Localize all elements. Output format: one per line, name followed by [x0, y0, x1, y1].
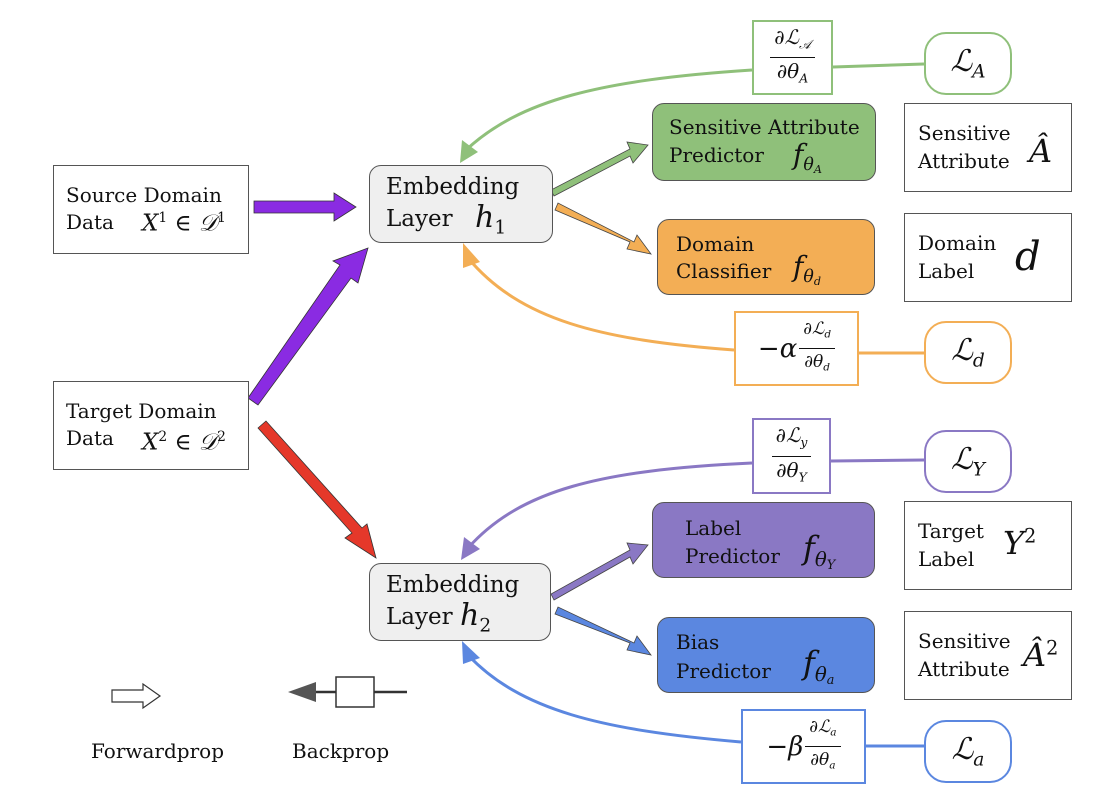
loss-bias-symbol: ℒa	[951, 732, 985, 771]
h1-math: h1	[475, 200, 507, 239]
forward-arrow-source-to-h1	[253, 192, 357, 222]
backprop-legend-label: Backprop	[292, 739, 390, 763]
gradient-fraction-label: ∂ℒy ∂θY	[771, 423, 812, 489]
forwardprop-legend-label: Forwardprop	[91, 739, 224, 763]
source-line2: Data	[66, 210, 114, 234]
loss-domain-symbol: ℒd	[951, 333, 985, 372]
lp-line2: Predictor	[685, 544, 780, 568]
out-sa-line1: Sensitive	[918, 121, 1011, 145]
out-sa2-line2: Attribute	[918, 657, 1010, 681]
gradient-fraction-bias: ∂ℒa ∂θa	[805, 715, 841, 777]
out-dl-line1: Domain	[918, 231, 997, 255]
out-sa-line2: Attribute	[918, 149, 1010, 173]
sensitive-attribute-predictor: Sensitive Attribute Predictor fθA	[652, 103, 876, 181]
forwardprop-legend-icon	[111, 682, 162, 710]
out-sa-math: Â	[1029, 132, 1053, 170]
loss-sensitive: ℒA	[924, 32, 1012, 95]
loss-sensitive-symbol: ℒA	[950, 44, 986, 83]
dc-math: fθd	[793, 250, 821, 288]
source-line1: Source Domain	[66, 183, 222, 207]
bias-predictor: Bias Predictor fθa	[657, 617, 875, 693]
target-line1: Target Domain	[66, 399, 217, 423]
bp-line1: Bias	[676, 630, 720, 654]
dc-line2: Classifier	[676, 259, 772, 283]
gradient-fraction-sensitive: ∂ℒ𝒜 ∂θA	[770, 25, 815, 91]
sap-math: fθA	[793, 138, 822, 176]
target-line2: Data	[66, 426, 114, 450]
h2-math: h2	[460, 598, 492, 637]
backprop-arrowhead-domain	[463, 243, 480, 268]
sap-line2: Predictor	[669, 143, 764, 167]
forward-arrow-h1-to-sensitive	[550, 141, 649, 197]
forward-arrow-h1-to-domain	[554, 202, 652, 255]
embedding-layer-h2: Embedding Layer h2	[369, 563, 551, 641]
embedding-layer-h1: Embedding Layer h1	[369, 165, 553, 243]
output-sensitive-attribute: Sensitive Attribute Â	[904, 103, 1072, 192]
forward-arrow-target-to-h1	[247, 247, 369, 406]
target-domain-data-box: Target Domain Data X2 ∈ 𝒟2	[53, 381, 249, 470]
loss-label: ℒY	[924, 430, 1012, 493]
loss-bias: ℒa	[924, 720, 1012, 783]
target-math: X2 ∈ 𝒟2	[142, 429, 226, 456]
bp-line2: Predictor	[676, 659, 771, 683]
source-domain-data-box: Source Domain Data X1 ∈ 𝒟1	[53, 165, 249, 254]
lp-line1: Label	[685, 516, 742, 540]
h2-line1: Embedding	[386, 572, 520, 598]
gradient-prefix-domain: −α	[757, 333, 798, 364]
domain-classifier: Domain Classifier fθd	[657, 219, 875, 295]
loss-domain: ℒd	[924, 321, 1012, 384]
h1-line2: Layer	[386, 206, 453, 232]
backprop-link-label	[830, 458, 925, 463]
gradient-box-domain: −α ∂ℒd ∂θd	[734, 311, 859, 386]
loss-label-symbol: ℒY	[951, 442, 985, 481]
out-tl-math: Y2	[1003, 524, 1037, 562]
out-dl-line2: Label	[918, 259, 975, 283]
gradient-box-label: ∂ℒy ∂θY	[752, 418, 831, 494]
out-tl-line1: Target	[918, 519, 984, 543]
output-sensitive-attribute-2: Sensitive Attribute Â2	[904, 611, 1072, 700]
gradient-box-sensitive: ∂ℒ𝒜 ∂θA	[752, 20, 833, 95]
out-tl-line2: Label	[918, 547, 975, 571]
out-sa2-math: Â2	[1023, 636, 1059, 674]
lp-math: fθY	[803, 529, 836, 574]
output-domain-label: Domain Label d	[904, 213, 1072, 302]
forward-arrow-h2-to-bias	[554, 606, 652, 656]
backprop-link-sensitive	[832, 62, 925, 69]
sap-line1: Sensitive Attribute	[669, 115, 860, 139]
backprop-arrowhead-bias	[462, 641, 480, 664]
output-target-label: Target Label Y2	[904, 501, 1072, 590]
dc-line1: Domain	[676, 232, 755, 256]
source-math: X1 ∈ 𝒟1	[142, 210, 226, 237]
gradient-box-bias: −β ∂ℒa ∂θa	[741, 709, 866, 784]
out-dl-math: d	[1015, 234, 1041, 280]
out-sa2-line1: Sensitive	[918, 629, 1011, 653]
forward-arrow-h2-to-label	[550, 542, 649, 601]
label-predictor: Label Predictor fθY	[652, 502, 875, 578]
h1-line1: Embedding	[386, 174, 520, 200]
gradient-prefix-bias: −β	[766, 731, 804, 762]
gradient-fraction-domain: ∂ℒd ∂θd	[799, 317, 836, 379]
bp-math: fθa	[803, 644, 835, 689]
backprop-legend-icon	[288, 676, 407, 708]
forward-arrow-target-to-h2	[257, 420, 377, 559]
h2-line2: Layer	[386, 604, 453, 630]
